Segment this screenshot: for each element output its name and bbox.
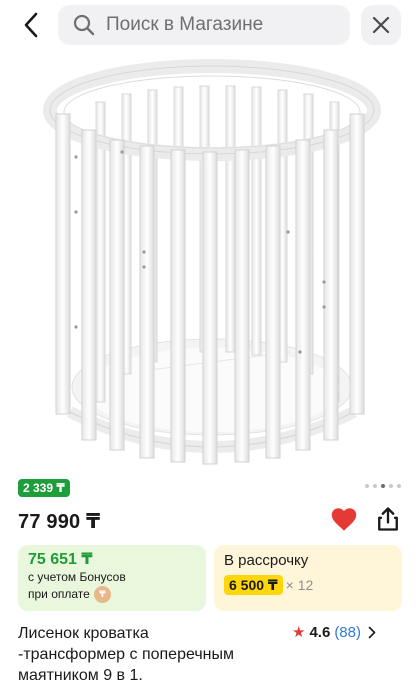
share-button[interactable]: [374, 505, 402, 533]
close-button[interactable]: [361, 5, 401, 45]
bonus-coin-icon: ₸: [93, 586, 111, 604]
bonus-price-note-2: при оплате ₸: [28, 586, 196, 604]
chevron-left-icon: [24, 12, 38, 38]
crib-illustration: [43, 59, 381, 465]
chevron-right-icon: [368, 626, 376, 638]
rating-value: 4.6: [309, 623, 331, 641]
favorite-button[interactable]: [330, 506, 358, 532]
bonus-price-card[interactable]: 75 651 ₸ с учетом Бонусов при оплате ₸: [18, 545, 206, 611]
review-count: (88): [334, 623, 361, 641]
bonus-badge: 2 339 ₸: [18, 479, 70, 497]
product-title: Лисенок кроватка -трансформер с поперечн…: [18, 625, 234, 684]
bonus-price-amount: 75 651 ₸: [28, 551, 93, 568]
bonus-price-note: с учетом Бонусов: [28, 570, 126, 584]
share-icon: [378, 507, 398, 531]
gallery-dot[interactable]: [397, 484, 401, 488]
top-bar: [0, 0, 420, 52]
gallery-dot[interactable]: [389, 484, 393, 488]
close-icon: [372, 16, 390, 34]
installment-row: 6 500 ₸ × 12: [224, 575, 392, 595]
installment-amount: 6 500 ₸: [224, 575, 283, 595]
gallery-dot-active[interactable]: [381, 484, 385, 488]
product-image[interactable]: [0, 52, 420, 470]
installment-title: В рассрочку: [224, 552, 309, 569]
heart-icon: [331, 508, 357, 531]
gallery-dot[interactable]: [365, 484, 369, 488]
search-bar[interactable]: [58, 5, 350, 45]
product-price: 77 990 ₸: [18, 511, 101, 533]
search-input[interactable]: [106, 14, 336, 36]
installment-card[interactable]: В рассрочку 6 500 ₸ × 12: [214, 545, 402, 611]
installment-months: × 12: [285, 577, 314, 593]
rating-link[interactable]: ★ 4.6 (88): [292, 623, 376, 641]
gallery-pagination: [365, 484, 401, 488]
gallery-dot[interactable]: [373, 484, 377, 488]
search-icon: [73, 14, 95, 36]
star-icon: ★: [292, 624, 306, 641]
back-button[interactable]: [14, 10, 48, 40]
bonus-price-note-text: при оплате: [28, 587, 90, 601]
